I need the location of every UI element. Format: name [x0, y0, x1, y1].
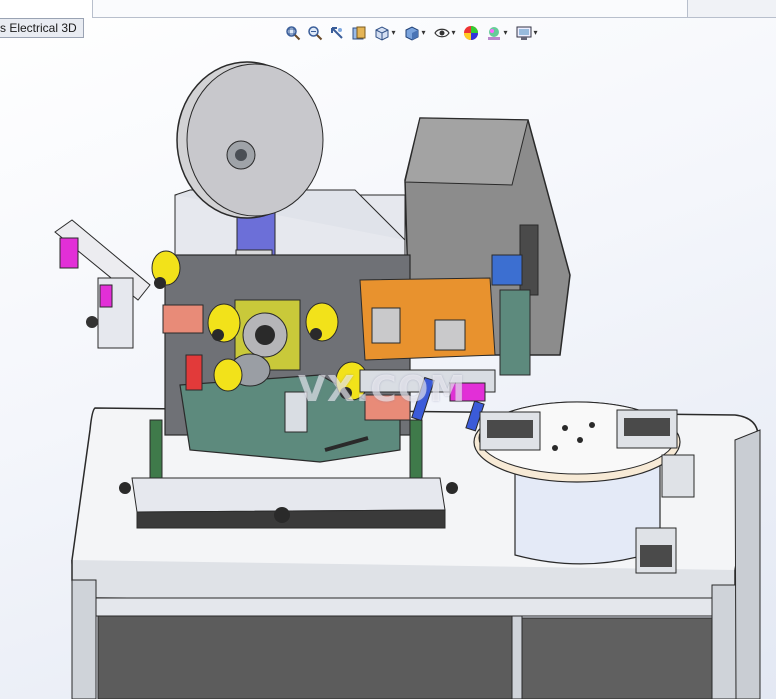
display-style-button[interactable]: ▾: [401, 23, 429, 43]
document-tab[interactable]: s Electrical 3D: [0, 18, 84, 38]
display-style-icon: [405, 26, 419, 41]
heads-up-view-toolbar: ▾ ▾ ▾ ▾ ▾: [283, 22, 541, 44]
chevron-down-icon: ▾: [391, 28, 396, 37]
chevron-down-icon: ▾: [533, 28, 538, 37]
view-orientation-icon: [375, 26, 389, 41]
pink-pad-left: [162, 304, 204, 334]
chevron-down-icon: ▾: [503, 28, 508, 37]
zoom-to-area-button[interactable]: [305, 23, 325, 43]
zoom-to-area-icon: [308, 26, 323, 41]
previous-view-button[interactable]: [327, 23, 347, 43]
base-plate: [119, 477, 458, 529]
graphics-area[interactable]: VX.COM: [0, 44, 776, 699]
previous-view-icon: [331, 27, 343, 39]
tape-reel: [174, 61, 406, 279]
chevron-down-icon: ▾: [421, 28, 426, 37]
view-orientation-button[interactable]: ▾: [371, 23, 399, 43]
view-settings-icon: [516, 26, 532, 40]
hide-show-items-icon: [434, 28, 451, 38]
title-panel: [92, 0, 688, 18]
hide-show-items-button[interactable]: ▾: [431, 23, 459, 43]
red-block: [185, 354, 203, 391]
document-tab-label: s Electrical 3D: [0, 21, 77, 35]
title-strip: [0, 0, 776, 18]
edit-appearance-button[interactable]: [461, 23, 481, 43]
title-right-panel: [688, 0, 776, 18]
section-view-icon: [352, 26, 366, 40]
section-view-button[interactable]: [349, 23, 369, 43]
chevron-down-icon: ▾: [451, 28, 456, 37]
edit-appearance-icon: [464, 26, 478, 40]
apply-scene-button[interactable]: ▾: [483, 23, 511, 43]
watermark: VX.COM: [298, 369, 467, 410]
zoom-to-fit-icon: [286, 26, 301, 41]
apply-scene-icon: [488, 27, 501, 40]
tape-arm: [54, 219, 151, 349]
view-settings-button[interactable]: ▾: [513, 23, 541, 43]
zoom-to-fit-button[interactable]: [283, 23, 303, 43]
